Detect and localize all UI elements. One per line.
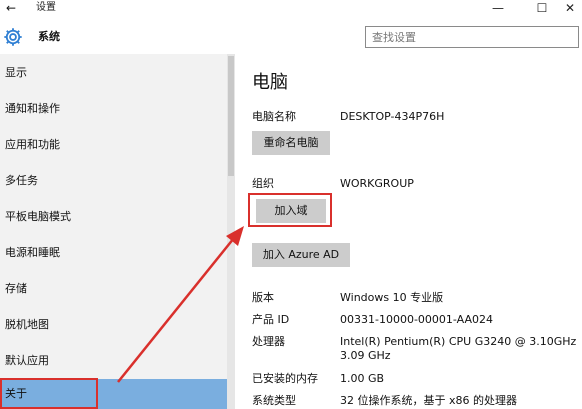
- section-title: 系统: [38, 30, 60, 43]
- spec-value: 00331-10000-00001-AA024: [340, 313, 493, 326]
- sidebar-item-label: 应用和功能: [5, 138, 60, 151]
- title-bar: ← 设置 — ☐ ✕: [0, 0, 582, 18]
- spec-value: Intel(R) Pentium(R) CPU G3240 @ 3.10GHz: [340, 335, 577, 348]
- sidebar-item-label: 电源和睡眠: [5, 246, 60, 259]
- minimize-button[interactable]: —: [488, 0, 508, 18]
- spec-label: 已安装的内存: [252, 372, 318, 385]
- sidebar-item-offline-maps[interactable]: 脱机地图: [0, 310, 227, 340]
- spec-value-continued: 3.09 GHz: [340, 349, 391, 362]
- sidebar-item-display[interactable]: 显示: [0, 58, 227, 88]
- sidebar-item-label: 脱机地图: [5, 318, 49, 331]
- join-azure-ad-button[interactable]: 加入 Azure AD: [252, 243, 350, 267]
- pc-name-label: 电脑名称: [252, 110, 296, 123]
- organization-value: WORKGROUP: [340, 177, 414, 190]
- spec-label: 处理器: [252, 335, 285, 348]
- pc-name-value: DESKTOP-434P76H: [340, 110, 445, 123]
- sidebar-item-label: 存储: [5, 282, 27, 295]
- sidebar-scrollbar[interactable]: [227, 54, 235, 409]
- sidebar-item-default-apps[interactable]: 默认应用: [0, 346, 227, 376]
- organization-label: 组织: [252, 177, 274, 190]
- sidebar-item-multitasking[interactable]: 多任务: [0, 166, 227, 196]
- window-title: 设置: [36, 2, 56, 13]
- spec-value: 1.00 GB: [340, 372, 385, 385]
- annotation-sidebar-box: [0, 378, 98, 409]
- sidebar-item-power[interactable]: 电源和睡眠: [0, 238, 227, 268]
- spec-value: Windows 10 专业版: [340, 291, 444, 304]
- close-button[interactable]: ✕: [560, 0, 580, 18]
- spec-label: 版本: [252, 291, 274, 304]
- gear-icon: [4, 28, 22, 46]
- sidebar-item-label: 通知和操作: [5, 102, 60, 115]
- search-placeholder: 查找设置: [372, 31, 416, 44]
- sidebar: 显示 通知和操作 应用和功能 多任务 平板电脑模式 电源和睡眠 存储 脱机地图 …: [0, 54, 227, 409]
- scrollbar-thumb[interactable]: [228, 56, 234, 176]
- spec-label: 系统类型: [252, 394, 296, 407]
- sidebar-item-label: 多任务: [5, 174, 38, 187]
- sidebar-item-label: 默认应用: [5, 354, 49, 367]
- maximize-button[interactable]: ☐: [532, 0, 552, 18]
- sidebar-item-label: 平板电脑模式: [5, 210, 71, 223]
- spec-label: 产品 ID: [252, 313, 290, 326]
- page-title: 电脑: [252, 72, 288, 93]
- sidebar-item-label: 显示: [5, 66, 27, 79]
- sidebar-item-storage[interactable]: 存储: [0, 274, 227, 304]
- sidebar-item-notifications[interactable]: 通知和操作: [0, 94, 227, 124]
- rename-pc-button[interactable]: 重命名电脑: [252, 131, 330, 155]
- back-arrow-icon[interactable]: ←: [6, 0, 22, 18]
- search-input[interactable]: 查找设置: [365, 26, 579, 48]
- sidebar-item-tablet-mode[interactable]: 平板电脑模式: [0, 202, 227, 232]
- annotation-highlight-box: [248, 193, 332, 227]
- spec-value: 32 位操作系统，基于 x86 的处理器: [340, 394, 517, 407]
- sidebar-item-apps[interactable]: 应用和功能: [0, 130, 227, 160]
